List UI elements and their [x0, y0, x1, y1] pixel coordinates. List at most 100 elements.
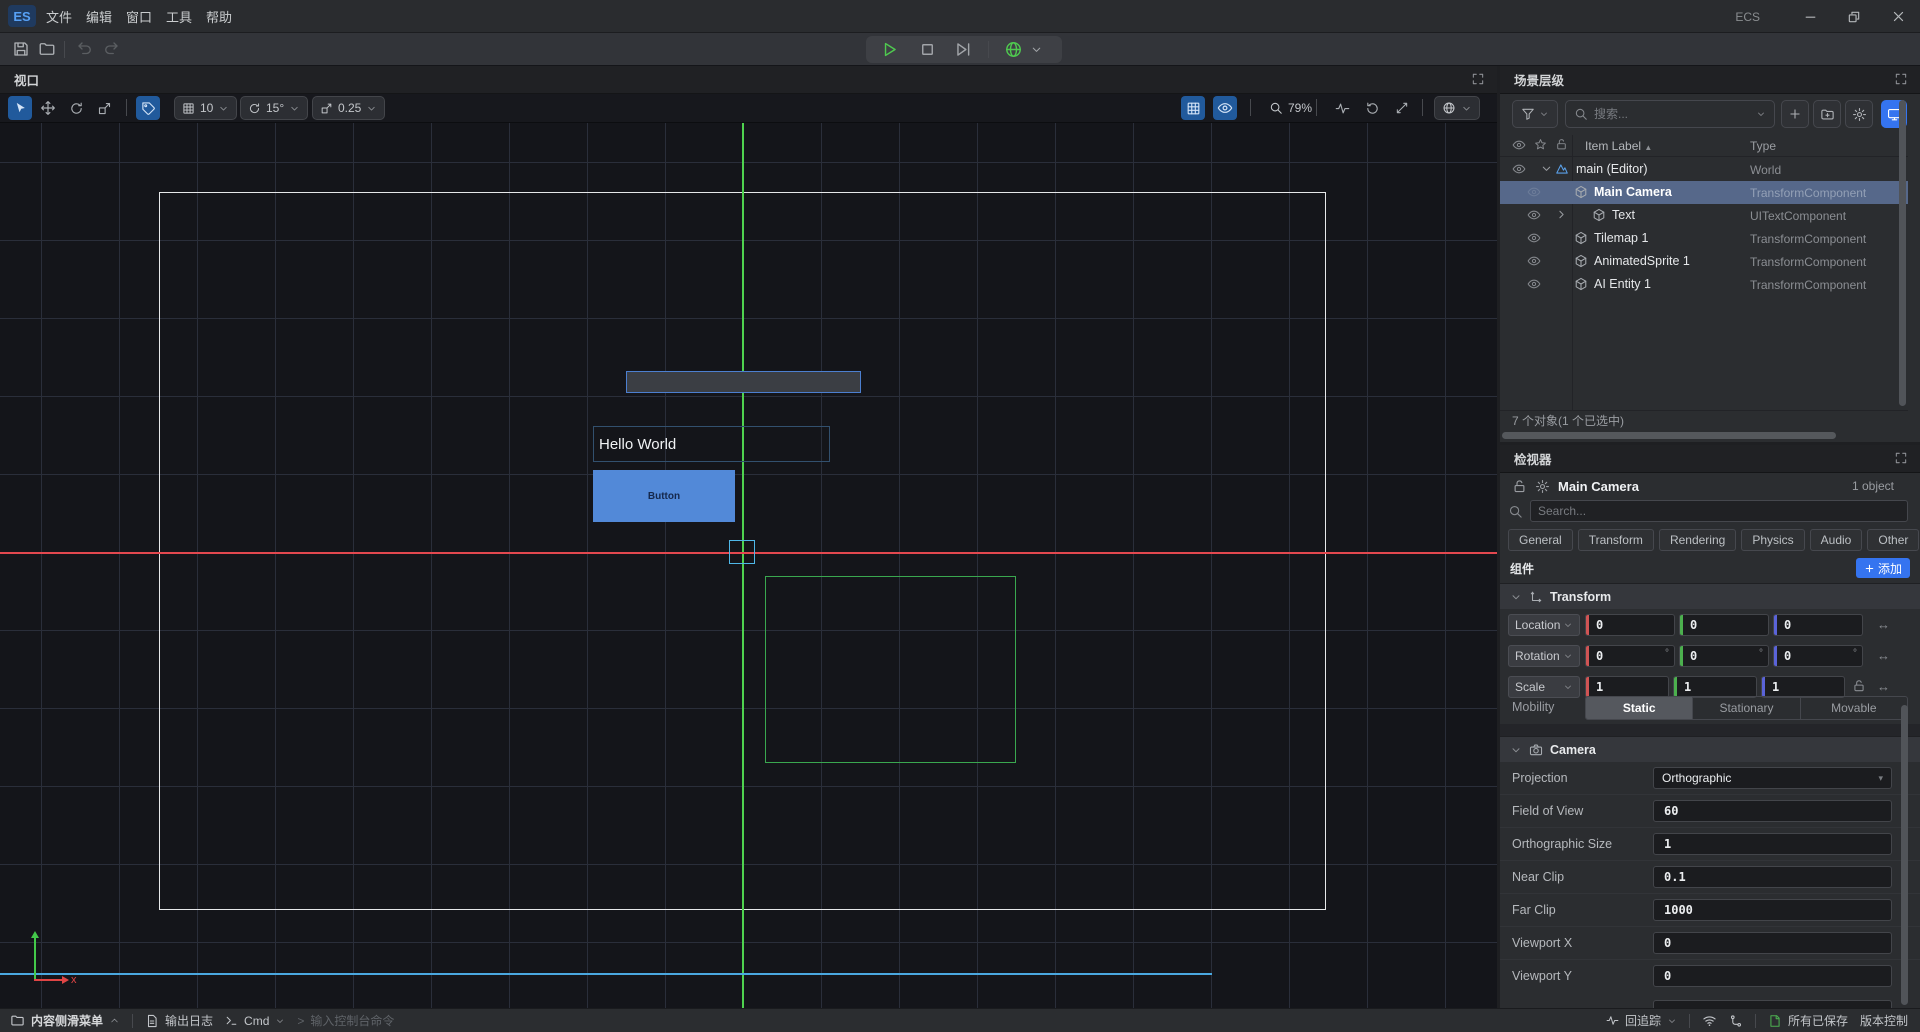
output-log-button[interactable]: 输出日志 — [145, 1012, 213, 1029]
undo-button[interactable] — [76, 40, 94, 58]
lock-icon[interactable] — [1512, 479, 1527, 494]
chevron-down-icon[interactable] — [1540, 162, 1553, 175]
lock-icon[interactable] — [1555, 138, 1568, 151]
menu-help[interactable]: 帮助 — [196, 0, 242, 33]
field-of-view-field[interactable] — [1653, 800, 1892, 822]
inspector-search-input[interactable] — [1538, 504, 1900, 518]
content-drawer-button[interactable]: 内容侧滑菜单 — [10, 1012, 120, 1029]
inspector-expand-button[interactable] — [1894, 451, 1908, 465]
location-x-input[interactable] — [1586, 618, 1674, 632]
mobility-static[interactable]: Static — [1586, 697, 1693, 719]
gear-icon[interactable] — [1535, 479, 1550, 494]
table-row[interactable]: main (Editor) World — [1500, 158, 1908, 181]
eye-icon[interactable] — [1527, 277, 1541, 291]
scale-tool-button[interactable] — [92, 96, 116, 120]
new-folder-button[interactable] — [1813, 100, 1841, 128]
tab-transform[interactable]: Transform — [1578, 529, 1654, 551]
add-entity-button[interactable] — [1781, 100, 1809, 128]
table-row[interactable]: Main Camera TransformComponent — [1500, 181, 1908, 204]
link-values-icon[interactable]: ↔ — [1877, 679, 1890, 694]
eye-icon[interactable] — [1512, 162, 1526, 176]
transform-section-header[interactable]: Transform — [1500, 583, 1920, 609]
save-button[interactable] — [12, 40, 30, 58]
hierarchy-expand-button[interactable] — [1894, 72, 1908, 86]
filter-dropdown[interactable] — [1512, 100, 1558, 128]
eye-icon[interactable] — [1527, 254, 1541, 268]
eye-icon[interactable] — [1527, 208, 1541, 222]
viewport-mode-dropdown[interactable] — [1434, 96, 1480, 120]
star-icon[interactable] — [1534, 138, 1547, 151]
trace-dropdown[interactable]: 回追踪 — [1606, 1012, 1677, 1029]
camera-section-header[interactable]: Camera — [1500, 736, 1920, 762]
table-row[interactable]: Tilemap 1 TransformComponent — [1500, 227, 1908, 250]
far-clip-input[interactable] — [1654, 903, 1891, 917]
link-values-icon[interactable]: ↔ — [1877, 617, 1890, 632]
route-button[interactable] — [1729, 1014, 1743, 1028]
tab-general[interactable]: General — [1508, 529, 1573, 551]
viewport-y-field[interactable] — [1653, 965, 1892, 987]
app-logo[interactable]: ES — [8, 5, 36, 27]
location-z-field[interactable] — [1773, 614, 1863, 636]
location-y-field[interactable] — [1679, 614, 1769, 636]
tab-rendering[interactable]: Rendering — [1659, 529, 1736, 551]
link-values-icon[interactable]: ↔ — [1877, 648, 1890, 663]
save-status[interactable]: 所有已保存 — [1768, 1012, 1848, 1029]
column-item-label[interactable]: Item Label ▲ — [1585, 139, 1652, 153]
scale-x-input[interactable] — [1586, 680, 1668, 694]
hierarchy-settings-button[interactable] — [1845, 100, 1873, 128]
scene-slider-object[interactable] — [626, 371, 861, 393]
visibility-toggle-button[interactable] — [1213, 96, 1237, 120]
vertical-scrollbar[interactable] — [1901, 705, 1908, 1005]
step-button[interactable] — [954, 40, 973, 59]
rotate-tool-button[interactable] — [64, 96, 88, 120]
console-command-input[interactable]: > 输入控制台命令 — [297, 1012, 394, 1029]
tab-other[interactable]: Other — [1867, 529, 1919, 551]
viewport-x-input[interactable] — [1654, 936, 1891, 950]
grid-step-dropdown[interactable]: 10 — [174, 96, 237, 120]
field-of-view-input[interactable] — [1654, 804, 1891, 818]
rotation-x-input[interactable] — [1586, 649, 1674, 663]
viewport-x-field[interactable] — [1653, 932, 1892, 954]
location-y-input[interactable] — [1680, 618, 1768, 632]
orthographic-size-field[interactable] — [1653, 833, 1892, 855]
rotation-dropdown[interactable]: Rotation — [1508, 645, 1580, 667]
play-button[interactable] — [880, 40, 899, 59]
world-select-chevron[interactable] — [1030, 43, 1043, 56]
tab-physics[interactable]: Physics — [1741, 529, 1804, 551]
add-component-button[interactable]: 添加 — [1856, 558, 1910, 578]
chevron-right-icon[interactable] — [1555, 208, 1568, 221]
projection-dropdown[interactable]: Orthographic▾ — [1653, 767, 1892, 789]
eye-icon[interactable] — [1527, 185, 1541, 199]
open-button[interactable] — [38, 40, 56, 58]
column-type[interactable]: Type — [1750, 139, 1776, 153]
near-clip-field[interactable] — [1653, 866, 1892, 888]
stop-button[interactable] — [918, 40, 937, 59]
hierarchy-search-input[interactable] — [1594, 107, 1750, 121]
network-status-icon[interactable] — [1702, 1013, 1717, 1028]
location-z-input[interactable] — [1774, 618, 1862, 632]
fit-view-button[interactable] — [1390, 96, 1414, 120]
world-select-button[interactable] — [1004, 40, 1023, 59]
zoom-indicator[interactable]: 79% — [1262, 96, 1319, 120]
scale-step-dropdown[interactable]: 0.25 — [312, 96, 385, 120]
mobility-movable[interactable]: Movable — [1801, 697, 1907, 719]
horizontal-scrollbar[interactable] — [1502, 432, 1836, 439]
far-clip-field[interactable] — [1653, 899, 1892, 921]
redo-button[interactable] — [102, 40, 120, 58]
vertical-scrollbar[interactable] — [1899, 100, 1906, 406]
maximize-button[interactable] — [1832, 0, 1876, 33]
minimize-button[interactable] — [1788, 0, 1832, 33]
selection-box[interactable] — [729, 540, 755, 564]
uniform-scale-lock-icon[interactable] — [1852, 679, 1866, 693]
cmd-dropdown[interactable]: Cmd — [225, 1014, 285, 1028]
scale-z-input[interactable] — [1762, 680, 1844, 694]
scene-canvas[interactable]: Hello World Button x — [0, 123, 1497, 1008]
location-x-field[interactable] — [1585, 614, 1675, 636]
tab-audio[interactable]: Audio — [1810, 529, 1863, 551]
scene-text-object[interactable]: Hello World — [593, 426, 830, 462]
grid-toggle-button[interactable] — [1181, 96, 1205, 120]
scale-y-input[interactable] — [1674, 680, 1756, 694]
close-button[interactable] — [1876, 0, 1920, 33]
rotation-z-field[interactable]: ° — [1773, 645, 1863, 667]
rotation-y-field[interactable]: ° — [1679, 645, 1769, 667]
